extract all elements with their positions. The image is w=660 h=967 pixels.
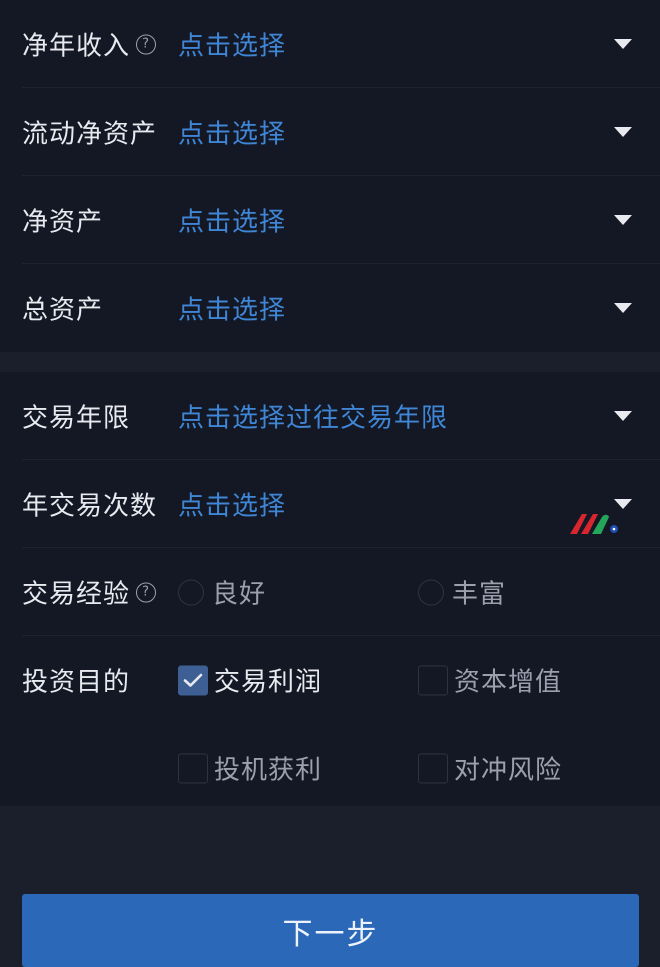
caret-down-icon[interactable] xyxy=(614,411,632,421)
next-step-button[interactable]: 下一步 xyxy=(22,894,639,967)
trading-years-label: 交易年限 xyxy=(22,403,131,434)
net-annual-income-select[interactable]: 点击选择 xyxy=(178,26,286,63)
caret-down-icon[interactable] xyxy=(614,127,632,137)
investment-purpose-label: 投资目的 xyxy=(22,667,131,698)
investment-purpose-row-2: 投机获利 对冲风险 xyxy=(0,724,660,812)
net-assets-row[interactable]: 净资产 点击选择 xyxy=(0,176,660,264)
purpose-option-capital-growth[interactable]: 资本增值 xyxy=(418,662,562,699)
purpose-option-hedging[interactable]: 对冲风险 xyxy=(418,750,562,787)
caret-down-icon[interactable] xyxy=(614,303,632,313)
net-assets-label: 净资产 xyxy=(22,207,104,238)
question-mark-icon[interactable]: ? xyxy=(136,582,157,602)
total-assets-label: 总资产 xyxy=(22,295,104,326)
liquid-net-assets-select[interactable]: 点击选择 xyxy=(178,114,286,151)
annual-trades-select[interactable]: 点击选择 xyxy=(178,486,286,523)
purpose-option-speculation[interactable]: 投机获利 xyxy=(178,750,322,787)
annual-trades-label: 年交易次数 xyxy=(22,491,158,522)
purpose-option-trading-profit[interactable]: 交易利润 xyxy=(178,662,322,699)
section-divider xyxy=(0,352,660,372)
checkbox-icon[interactable] xyxy=(178,753,208,783)
financial-section: 净年收入 ? 点击选择 流动净资产 点击选择 净资产 点击选择 总资产 点击选择 xyxy=(0,0,660,352)
checkmark-icon xyxy=(183,673,203,687)
checkbox-checked-icon[interactable] xyxy=(178,665,208,695)
kyc-form-screen: 净年收入 ? 点击选择 流动净资产 点击选择 净资产 点击选择 总资产 点击选择… xyxy=(0,0,660,967)
radio-icon[interactable] xyxy=(178,579,204,605)
experience-option-good[interactable]: 良好 xyxy=(178,574,266,611)
net-annual-income-row[interactable]: 净年收入 ? 点击选择 xyxy=(0,0,660,88)
total-assets-select[interactable]: 点击选择 xyxy=(178,290,286,327)
trading-experience-label: 交易经验 ? xyxy=(22,574,157,611)
total-assets-row[interactable]: 总资产 点击选择 xyxy=(0,264,660,352)
caret-down-icon[interactable] xyxy=(614,215,632,225)
experience-option-rich[interactable]: 丰富 xyxy=(418,574,506,611)
liquid-net-assets-row[interactable]: 流动净资产 点击选择 xyxy=(0,88,660,176)
trading-section: 交易年限 点击选择过往交易年限 年交易次数 点击选择 交易经验 ? 良好 丰富 xyxy=(0,372,660,812)
trading-years-select[interactable]: 点击选择过往交易年限 xyxy=(178,398,448,435)
annual-trades-row[interactable]: 年交易次数 点击选择 xyxy=(0,460,660,548)
checkbox-icon[interactable] xyxy=(418,665,448,695)
net-assets-select[interactable]: 点击选择 xyxy=(178,202,286,239)
question-mark-icon[interactable]: ? xyxy=(136,34,157,54)
investment-purpose-row: 投资目的 交易利润 资本增值 xyxy=(0,636,660,724)
checkbox-icon[interactable] xyxy=(418,753,448,783)
trading-years-row[interactable]: 交易年限 点击选择过往交易年限 xyxy=(0,372,660,460)
net-annual-income-label: 净年收入 ? xyxy=(22,26,157,63)
liquid-net-assets-label: 流动净资产 xyxy=(22,119,158,150)
watermark-logo-icon xyxy=(570,514,618,534)
caret-down-icon[interactable] xyxy=(614,39,632,49)
radio-icon[interactable] xyxy=(418,579,444,605)
trading-experience-row: 交易经验 ? 良好 丰富 xyxy=(0,548,660,636)
